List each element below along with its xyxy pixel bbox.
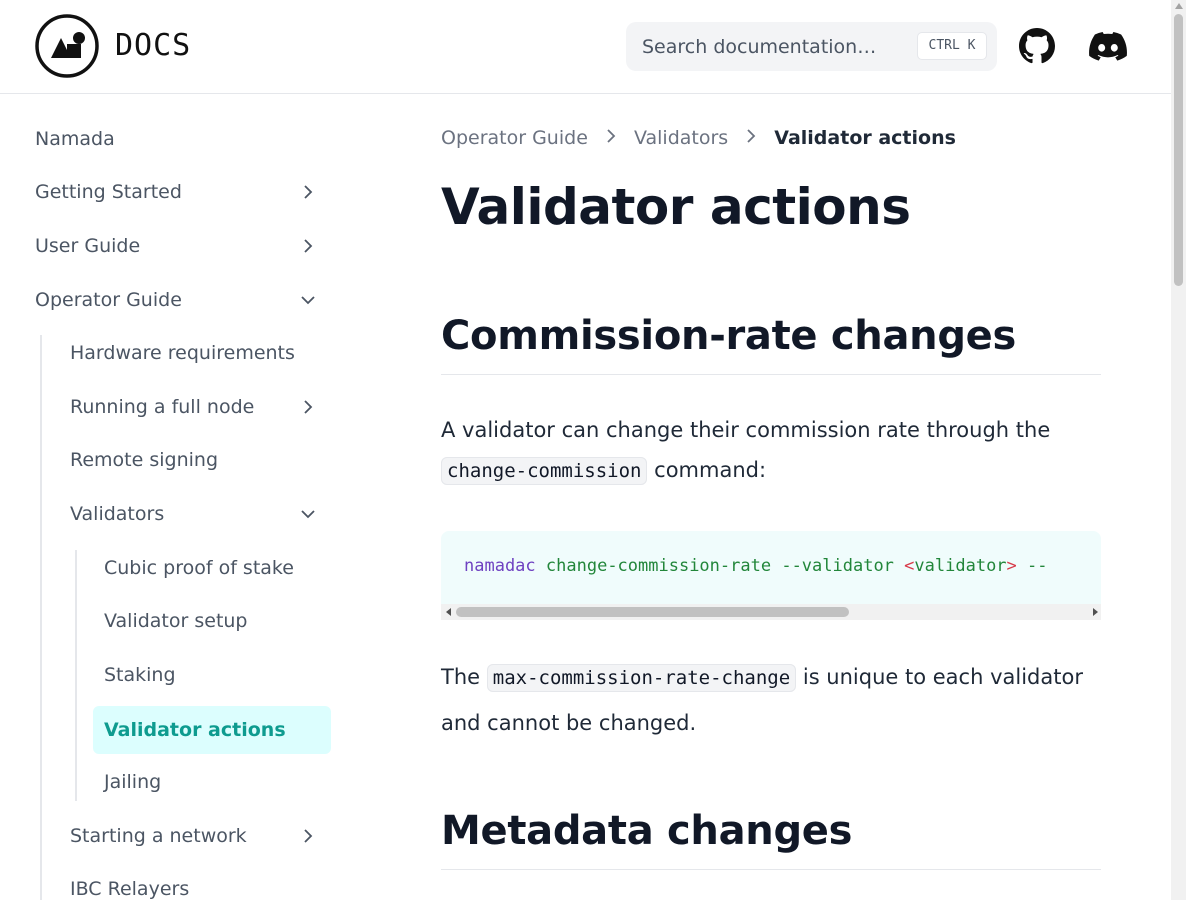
chevron-right-icon[interactable] (301, 239, 315, 253)
chevron-right-icon (747, 129, 756, 143)
chevron-right-icon[interactable] (301, 185, 315, 199)
discord-icon[interactable] (1089, 32, 1127, 62)
sidebar-item-staking[interactable]: Staking (104, 654, 330, 696)
code-scrollbar-thumb[interactable] (456, 607, 849, 617)
sidebar-item-namada[interactable]: Namada (35, 118, 325, 160)
inline-code-max-commission-rate-change: max-commission-rate-change (486, 664, 797, 692)
chevron-right-icon[interactable] (301, 400, 315, 414)
page-title: Validator actions (441, 178, 911, 236)
section-heading-metadata-changes: Metadata changes (441, 808, 853, 854)
page-scrollbar-thumb[interactable] (1174, 14, 1183, 286)
paragraph-commission-intro: A validator can change their commission … (441, 410, 1101, 491)
paragraph-max-commission: The max-commission-rate-change is unique… (441, 664, 1083, 735)
sidebar-item-user-guide[interactable]: User Guide (35, 225, 325, 267)
scroll-left-arrow[interactable] (446, 608, 451, 616)
sidebar-item-cubic-proof-of-stake[interactable]: Cubic proof of stake (104, 547, 330, 589)
sidebar-indent-line (40, 335, 42, 900)
sidebar-item-hardware-requirements[interactable]: Hardware requirements (70, 332, 325, 374)
namada-logo-icon[interactable] (35, 14, 99, 78)
sidebar-item-validator-actions[interactable]: Validator actions (93, 706, 331, 754)
sidebar-item-operator-guide[interactable]: Operator Guide (35, 279, 325, 321)
sidebar-item-remote-signing[interactable]: Remote signing (70, 439, 325, 481)
scroll-up-arrow[interactable] (1175, 3, 1183, 9)
section-divider (441, 374, 1101, 375)
code-line: namadac change-commission-rate --validat… (464, 556, 1048, 576)
github-icon[interactable] (1019, 28, 1055, 64)
section-heading-commission-rate-changes: Commission-rate changes (441, 313, 1017, 359)
sidebar-item-ibc-relayers[interactable]: IBC Relayers (70, 868, 325, 910)
sidebar-indent-line-validators (75, 550, 77, 801)
section-divider (441, 869, 1101, 870)
chevron-down-icon[interactable] (301, 293, 315, 307)
logo-text[interactable]: DOCS (115, 28, 191, 64)
chevron-right-icon (607, 129, 616, 143)
sidebar-item-running-a-full-node[interactable]: Running a full node (70, 386, 325, 428)
inline-code-change-commission: change-commission (441, 457, 648, 485)
sidebar-item-jailing[interactable]: Jailing (104, 761, 330, 803)
breadcrumb-item-validators[interactable]: Validators (634, 127, 728, 149)
search-input[interactable] (642, 34, 912, 60)
breadcrumb-item-current: Validator actions (774, 126, 956, 149)
chevron-down-icon[interactable] (301, 507, 315, 521)
sidebar-item-starting-a-network[interactable]: Starting a network (70, 815, 325, 857)
scroll-right-arrow[interactable] (1093, 608, 1098, 616)
breadcrumb: Operator Guide Validators Validator acti… (441, 126, 956, 154)
breadcrumb-item-operator-guide[interactable]: Operator Guide (441, 127, 588, 149)
sidebar-item-getting-started[interactable]: Getting Started (35, 171, 325, 213)
chevron-right-icon[interactable] (301, 829, 315, 843)
sidebar-item-validator-setup[interactable]: Validator setup (104, 600, 330, 642)
sidebar-item-validators[interactable]: Validators (70, 493, 325, 535)
search-shortcut-badge: CTRL K (917, 32, 987, 60)
